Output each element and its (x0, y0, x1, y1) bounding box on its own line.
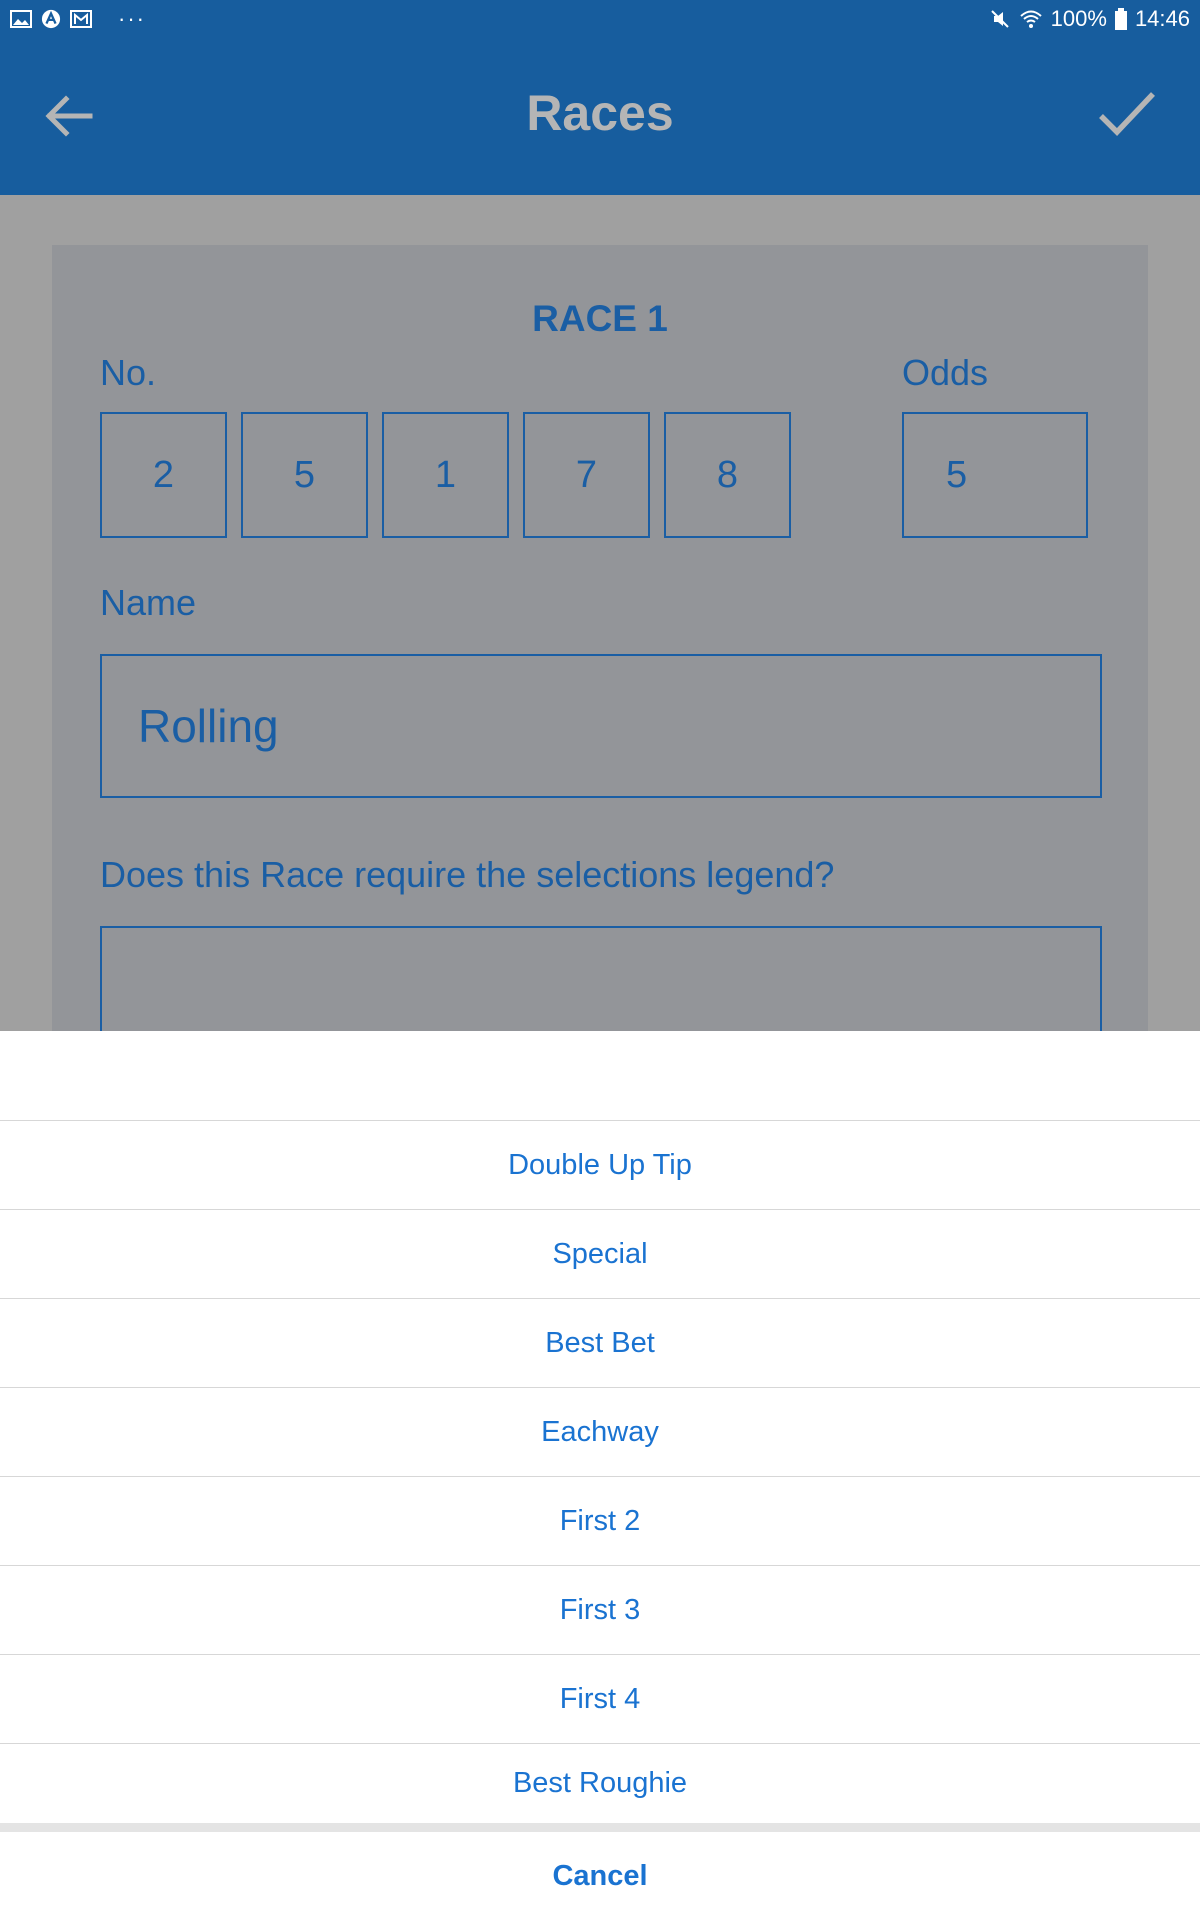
app-circle-icon (41, 9, 61, 29)
number-box-2[interactable]: 5 (241, 412, 368, 538)
odds-field[interactable]: 5 (902, 412, 1088, 538)
gallery-icon (10, 10, 32, 28)
race-title: RACE 1 (532, 298, 668, 339)
mute-icon (990, 10, 1009, 28)
battery-icon (1114, 8, 1127, 30)
option-first-4[interactable]: First 4 (0, 1654, 1200, 1743)
app-bar: Races (0, 38, 1200, 195)
name-label: Name (100, 582, 197, 623)
status-bar: ··· 100% 14:46 (0, 0, 1200, 38)
legend-select-field[interactable] (100, 926, 1102, 1046)
number-box-4[interactable]: 7 (523, 412, 650, 538)
option-best-bet[interactable]: Best Bet (0, 1298, 1200, 1387)
number-box-1[interactable]: 2 (100, 412, 227, 538)
option-best-roughie[interactable]: Best Roughie (0, 1743, 1200, 1823)
status-notifications: ··· (10, 6, 146, 32)
number-label: No. (100, 352, 157, 393)
page-title: Races (526, 85, 674, 141)
option-first-3[interactable]: First 3 (0, 1565, 1200, 1654)
more-notifications-icon: ··· (118, 6, 146, 31)
number-box-3[interactable]: 1 (382, 412, 509, 538)
option-special[interactable]: Special (0, 1209, 1200, 1298)
name-field[interactable]: Rolling (100, 654, 1102, 798)
checkmark-icon[interactable] (1095, 82, 1159, 146)
mail-icon (70, 10, 92, 28)
cancel-button[interactable]: Cancel (0, 1832, 1200, 1920)
number-box-5[interactable]: 8 (664, 412, 791, 538)
sheet-divider (0, 1823, 1200, 1832)
option-double-up-tip[interactable]: Double Up Tip (0, 1120, 1200, 1209)
wifi-icon (1019, 10, 1042, 28)
status-system: 100% 14:46 (989, 5, 1190, 33)
option-eachway[interactable]: Eachway (0, 1387, 1200, 1476)
battery-percent: 100% (1050, 6, 1107, 31)
clock: 14:46 (1134, 6, 1190, 31)
option-first-2[interactable]: First 2 (0, 1476, 1200, 1565)
odds-label: Odds (902, 352, 989, 393)
legend-question: Does this Race require the selections le… (100, 854, 835, 895)
